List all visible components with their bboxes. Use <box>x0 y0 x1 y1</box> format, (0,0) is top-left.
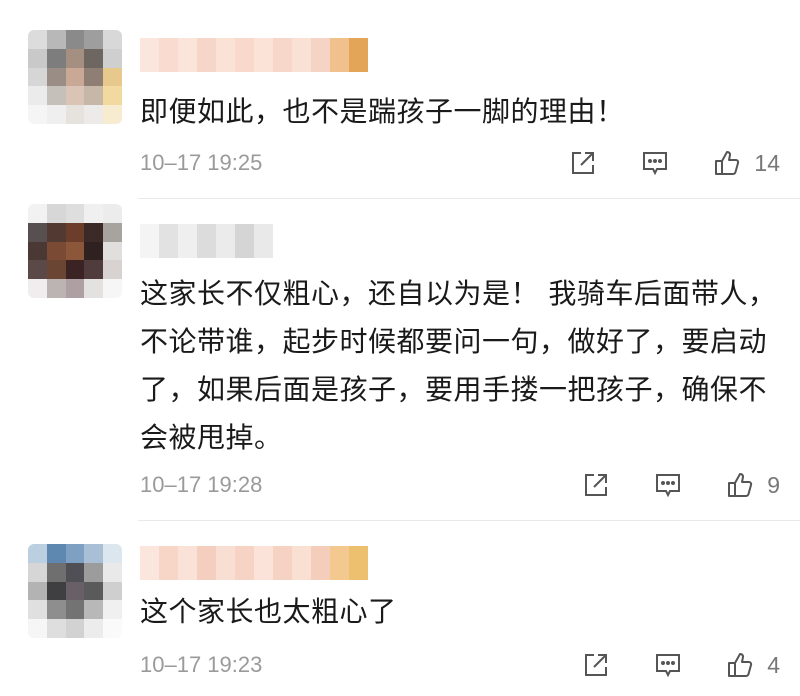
comment-actions: 14 <box>566 146 780 180</box>
share-icon[interactable] <box>579 648 613 682</box>
avatar[interactable] <box>28 544 122 638</box>
thumbs-up-icon[interactable] <box>710 146 744 180</box>
thumbs-up-icon[interactable] <box>723 468 757 502</box>
comment-text: 即便如此，也不是踹孩子一脚的理由！ <box>140 95 625 128</box>
comment-item: 这个家长也太粗心了 10–17 19:23 4 <box>0 522 800 696</box>
avatar[interactable] <box>28 30 122 124</box>
like-count: 14 <box>754 149 780 176</box>
comment-icon[interactable] <box>651 468 685 502</box>
comment-time: 10–17 19:23 <box>140 652 263 677</box>
divider <box>138 520 800 521</box>
comment-actions: 9 <box>579 468 780 502</box>
like-count: 9 <box>767 471 780 498</box>
username-blurred[interactable] <box>140 546 368 580</box>
comment-time: 10–17 19:28 <box>140 472 263 497</box>
comment-text: 这家长不仅粗心，还自以为是！ 我骑车后面带人，不论带谁，起步时候都要问一句，做好… <box>140 277 777 454</box>
share-icon[interactable] <box>566 146 600 180</box>
username-blurred[interactable] <box>140 38 368 72</box>
avatar[interactable] <box>28 204 122 298</box>
username-blurred[interactable] <box>140 224 273 258</box>
thumbs-up-icon[interactable] <box>723 648 757 682</box>
comment-text: 这个家长也太粗心了 <box>140 595 397 628</box>
comment-item: 这家长不仅粗心，还自以为是！ 我骑车后面带人，不论带谁，起步时候都要问一句，做好… <box>0 200 800 520</box>
divider <box>138 198 800 199</box>
comment-time: 10–17 19:25 <box>140 150 263 175</box>
comment-actions: 4 <box>579 648 780 682</box>
comment-icon[interactable] <box>638 146 672 180</box>
comment-icon[interactable] <box>651 648 685 682</box>
share-icon[interactable] <box>579 468 613 502</box>
comment-item: 即便如此，也不是踹孩子一脚的理由！ 10–17 19:25 14 <box>0 0 800 200</box>
like-count: 4 <box>767 651 780 678</box>
